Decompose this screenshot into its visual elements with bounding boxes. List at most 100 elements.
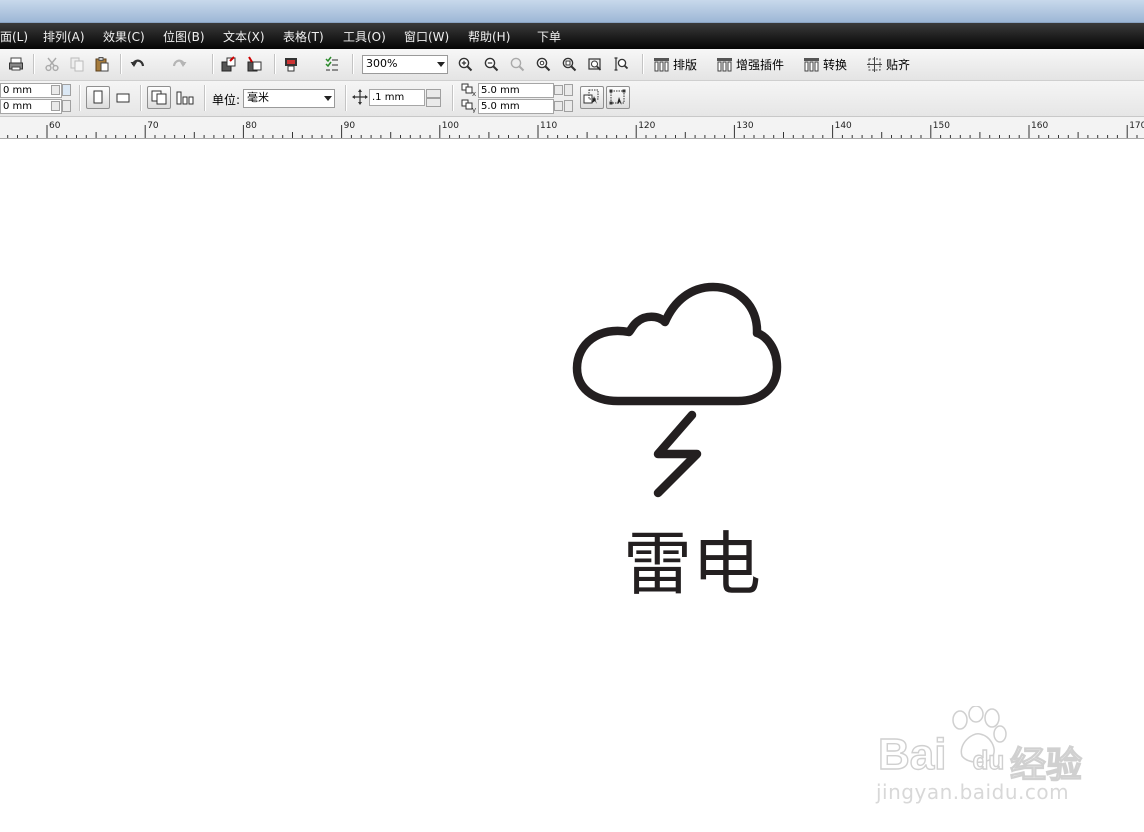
ruler-label: 120 [638, 121, 655, 131]
enhanced-plugins-button[interactable]: 增强插件 [716, 54, 784, 74]
toolbar-separator [204, 85, 206, 111]
ruler-label: 110 [540, 121, 557, 131]
page-height-dropdown[interactable] [51, 101, 60, 111]
current-page-button[interactable] [175, 90, 197, 106]
print-icon[interactable] [6, 54, 26, 74]
layout-button[interactable]: 排版 [653, 54, 697, 74]
treat-as-filled-icon [583, 89, 599, 104]
duplicate-offset-x-input[interactable]: 5.0 mm [478, 83, 554, 98]
duplicate-offset-y-input[interactable]: 5.0 mm [478, 99, 554, 114]
ruler-label: 170 [1129, 121, 1144, 131]
toolbar-separator [120, 54, 122, 74]
ruler-label: 130 [736, 121, 753, 131]
menu-item-order[interactable]: 下单 [537, 28, 561, 45]
duplicate-y-spinner[interactable] [564, 100, 573, 112]
ruler-label: 90 [344, 121, 356, 131]
import-icon[interactable] [219, 54, 239, 74]
zoom-out-icon[interactable] [481, 54, 501, 74]
bounding-box-icon [609, 89, 626, 105]
ruler-label: 140 [835, 121, 852, 131]
zoom-selected-icon[interactable] [507, 54, 527, 74]
menu-item-help[interactable]: 帮助(H) [468, 28, 510, 45]
zoom-level-value: 300% [366, 57, 398, 70]
toolbar-separator [212, 54, 214, 74]
duplicate-y-icon: y [461, 99, 477, 113]
menu-item-effects[interactable]: 效果(C) [103, 28, 145, 45]
zoom-page-icon[interactable] [559, 54, 579, 74]
treat-as-filled-button[interactable] [580, 86, 604, 109]
all-pages-button[interactable] [147, 86, 171, 109]
watermark-brand-bai: Bai [877, 729, 947, 779]
ruler-label: 100 [442, 121, 459, 131]
ruler-scale: 60 70 80 90 100 110 120 130 140 150 160 170 [7, 121, 1144, 138]
page-width-spinner[interactable] [62, 84, 71, 96]
svg-text:y: y [472, 106, 476, 113]
toolbar-separator [33, 54, 35, 74]
menu-bar: 面(L) 排列(A) 效果(C) 位图(B) 文本(X) 表格(T) 工具(O)… [0, 23, 1144, 49]
toolbar-separator [642, 54, 644, 74]
paste-icon[interactable] [92, 54, 112, 74]
ruler-label: 160 [1031, 121, 1048, 131]
portrait-button[interactable] [86, 86, 110, 109]
publish-pdf-icon[interactable] [281, 54, 301, 74]
snap-button[interactable]: 贴齐 [866, 54, 910, 74]
baidu-jingyan-watermark: Bai du 经验 jingyan.baidu.com [874, 706, 1084, 806]
all-pages-icon [151, 90, 167, 105]
thunderstorm-icon[interactable] [560, 270, 800, 510]
page-width-dropdown[interactable] [51, 85, 60, 95]
duplicate-x-icon: x [461, 83, 477, 97]
plugins-icon [717, 57, 732, 71]
zoom-in-icon[interactable] [455, 54, 475, 74]
export-icon[interactable] [245, 54, 265, 74]
menu-item-text[interactable]: 文本(X) [223, 28, 265, 45]
zoom-level-select[interactable]: 300% [362, 55, 448, 74]
convert-button[interactable]: 转换 [803, 54, 847, 74]
duplicate-x-spinner[interactable] [564, 84, 573, 96]
menu-item-window[interactable]: 窗口(W) [404, 28, 449, 45]
zoom-page-height-icon[interactable] [611, 54, 631, 74]
duplicate-y-dropdown[interactable] [554, 101, 563, 111]
nudge-up-button[interactable] [426, 89, 441, 98]
units-label: 单位: [212, 93, 241, 107]
menu-item-arrange[interactable]: 排列(A) [43, 28, 85, 45]
menu-item-table[interactable]: 表格(T) [283, 28, 324, 45]
property-bar: 0 mm 0 mm 单位: 毫米 .1 mm x 5.0 mm y 5.0 mm [0, 81, 1144, 117]
icon-caption[interactable]: 雷电 [622, 530, 762, 600]
nudge-distance-input[interactable]: .1 mm [369, 89, 425, 106]
duplicate-offset-x-value: 5.0 mm [481, 85, 520, 96]
lightning-bolt [653, 410, 702, 498]
nudge-icon [352, 89, 368, 105]
menu-item-bitmaps[interactable]: 位图(B) [163, 28, 205, 45]
units-select[interactable]: 毫米 [243, 89, 335, 108]
window-titlebar [0, 0, 1144, 23]
landscape-icon [116, 93, 130, 103]
undo-icon[interactable] [128, 54, 148, 74]
enhanced-plugins-label: 增强插件 [736, 57, 785, 72]
toolbar-separator [274, 54, 276, 74]
convert-icon [804, 57, 819, 71]
watermark-brand: Bai du [877, 729, 1005, 780]
zoom-page-width-icon[interactable] [585, 54, 605, 74]
page-height-spinner[interactable] [62, 100, 71, 112]
toolbar-separator [352, 54, 354, 74]
chevron-down-icon [437, 62, 445, 67]
copy-icon[interactable] [67, 54, 87, 74]
snap-button-label: 贴齐 [886, 57, 911, 72]
menu-item-tools[interactable]: 工具(O) [343, 28, 386, 45]
cut-icon[interactable] [42, 54, 62, 74]
svg-text:x: x [472, 90, 476, 97]
edit-bounding-box-button[interactable] [606, 86, 630, 109]
menu-item-page[interactable]: 面(L) [0, 28, 28, 45]
redo-icon[interactable] [169, 54, 189, 74]
nudge-down-button[interactable] [426, 98, 441, 107]
snap-icon [867, 56, 882, 72]
duplicate-x-dropdown[interactable] [554, 85, 563, 95]
duplicate-offset-y-value: 5.0 mm [481, 101, 520, 112]
horizontal-ruler[interactable]: 60 70 80 90 100 110 120 130 140 150 160 170 [0, 117, 1144, 139]
checklist-icon[interactable] [322, 54, 342, 74]
landscape-button[interactable] [113, 90, 133, 106]
chevron-down-icon [324, 96, 332, 101]
portrait-icon [93, 90, 103, 104]
ruler-label: 150 [933, 121, 950, 131]
zoom-all-objects-icon[interactable] [533, 54, 553, 74]
